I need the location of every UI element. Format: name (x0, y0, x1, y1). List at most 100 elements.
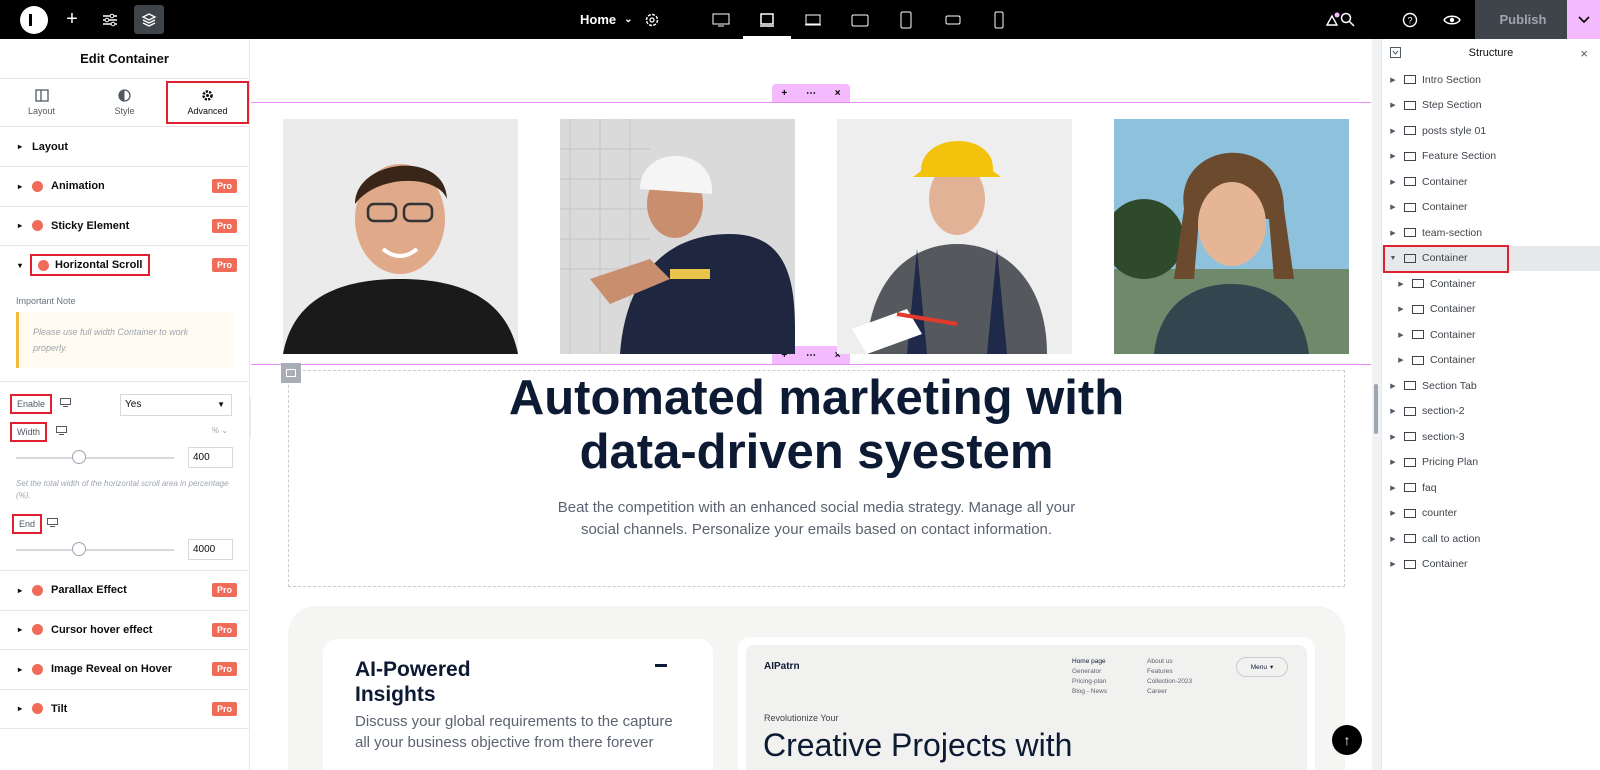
structure-item-label: Container (1430, 354, 1476, 367)
section-layout[interactable]: ▸ Layout (0, 127, 249, 167)
tab-style[interactable]: Style (83, 79, 166, 126)
structure-item[interactable]: ▶ Step Section (1382, 93, 1600, 119)
end-number-input[interactable]: 4000 (188, 539, 233, 560)
end-slider-knob[interactable] (72, 542, 87, 556)
section-image-reveal[interactable]: ▸ Image Reveal on Hover Pro (0, 650, 249, 690)
structure-layers-icon[interactable] (134, 5, 164, 34)
caret-right-icon[interactable]: ▶ (1386, 407, 1400, 415)
team-photo-4[interactable] (1114, 119, 1349, 354)
caret-right-icon[interactable]: ▶ (1386, 152, 1400, 160)
preview-eye-icon[interactable] (1440, 0, 1464, 39)
structure-item[interactable]: ▶ Intro Section (1382, 67, 1600, 93)
tab-layout[interactable]: Layout (0, 79, 83, 126)
caret-right-icon[interactable]: ▶ (1386, 509, 1400, 517)
structure-item[interactable]: ▶ Container (1382, 322, 1600, 348)
container-icon (1404, 177, 1416, 187)
responsive-desktop-icon[interactable] (47, 518, 58, 529)
width-slider-knob[interactable] (72, 450, 87, 464)
team-photo-3[interactable] (837, 119, 1072, 354)
structure-item[interactable]: ▶ Container (1382, 271, 1600, 297)
caret-right-icon[interactable]: ▶ (1394, 356, 1408, 364)
responsive-desktop-icon[interactable] (56, 426, 67, 437)
caret-right-icon[interactable]: ▶ (1386, 458, 1400, 466)
section-animation[interactable]: ▸ Animation Pro (0, 167, 249, 207)
device-widescreen-icon[interactable] (797, 0, 829, 39)
structure-item-label: team-section (1422, 226, 1483, 239)
caret-right-icon[interactable]: ▶ (1386, 127, 1400, 135)
hero-subtext[interactable]: Beat the competition with an enhanced so… (251, 497, 1371, 541)
container-handle-top[interactable]: + ⋯ × (772, 84, 850, 102)
caret-right-icon[interactable]: ▶ (1386, 178, 1400, 186)
structure-item[interactable]: ▼ Container (1382, 244, 1600, 273)
caret-right-icon[interactable]: ▶ (1386, 560, 1400, 568)
drag-handle-icon[interactable]: ⋯ (806, 88, 816, 99)
scroll-to-top-arrow-icon[interactable]: ↑ (1332, 725, 1362, 755)
structure-item-label: Container (1422, 175, 1468, 188)
device-mobile-portrait-icon[interactable] (983, 0, 1015, 39)
add-icon[interactable]: + (781, 88, 787, 99)
caret-right-icon[interactable]: ▶ (1386, 101, 1400, 109)
caret-right-icon[interactable]: ▶ (1386, 382, 1400, 390)
caret-right-icon[interactable]: ▶ (1394, 305, 1408, 313)
device-laptop-icon[interactable] (743, 0, 791, 39)
section-sticky-element[interactable]: ▸ Sticky Element Pro (0, 207, 249, 246)
drag-handle-icon[interactable]: ⋯ (806, 350, 816, 361)
device-desktop-icon[interactable] (705, 0, 737, 39)
structure-item[interactable]: ▶ posts style 01 (1382, 118, 1600, 144)
structure-item[interactable]: ▶ Container (1382, 195, 1600, 221)
section-horizontal-scroll-header[interactable]: ▾ Horizontal Scroll Pro (0, 246, 249, 284)
caret-right-icon[interactable]: ▶ (1386, 433, 1400, 441)
structure-item[interactable]: ▶ counter (1382, 501, 1600, 527)
structure-item[interactable]: ▶ section-2 (1382, 399, 1600, 425)
svg-text:?: ? (1407, 15, 1412, 25)
caret-right-icon[interactable]: ▶ (1394, 280, 1408, 288)
structure-item[interactable]: ▶ section-3 (1382, 424, 1600, 450)
structure-item[interactable]: ▶ team-section (1382, 220, 1600, 246)
width-number-input[interactable]: 400 (188, 447, 233, 468)
section-cursor-hover[interactable]: ▸ Cursor hover effect Pro (0, 611, 249, 650)
enable-select[interactable]: Yes ▼ (120, 394, 232, 416)
caret-right-icon[interactable]: ▶ (1386, 76, 1400, 84)
device-tablet-portrait-icon[interactable] (890, 0, 922, 39)
caret-right-icon[interactable]: ▶ (1394, 331, 1408, 339)
structure-item[interactable]: ▶ Section Tab (1382, 373, 1600, 399)
collapse-all-icon[interactable] (1390, 47, 1401, 61)
elementor-logo-icon[interactable] (20, 6, 48, 34)
add-element-icon[interactable]: + (60, 0, 84, 39)
close-icon[interactable]: × (835, 88, 841, 99)
unit-selector[interactable]: % ⌄ (212, 426, 228, 435)
structure-item[interactable]: ▶ Feature Section (1382, 144, 1600, 170)
page-settings-gear-icon[interactable] (640, 0, 664, 39)
caret-right-icon[interactable]: ▶ (1386, 229, 1400, 237)
collapse-minus-icon[interactable] (655, 664, 667, 667)
team-photo-1[interactable] (283, 119, 518, 354)
width-slider-track[interactable] (16, 457, 174, 459)
caret-right-icon[interactable]: ▶ (1386, 203, 1400, 211)
structure-item[interactable]: ▶ Container (1382, 348, 1600, 374)
structure-item[interactable]: ▶ Container (1382, 297, 1600, 323)
end-slider-track[interactable] (16, 549, 174, 551)
section-tilt[interactable]: ▸ Tilt Pro (0, 690, 249, 729)
structure-item[interactable]: ▶ call to action (1382, 526, 1600, 552)
help-icon[interactable]: ? (1398, 0, 1422, 39)
search-icon[interactable] (1335, 0, 1359, 39)
device-tablet-landscape-icon[interactable] (844, 0, 876, 39)
structure-item[interactable]: ▶ faq (1382, 475, 1600, 501)
site-settings-icon[interactable] (98, 0, 122, 39)
publish-button[interactable]: Publish (1475, 0, 1571, 39)
section-parallax[interactable]: ▸ Parallax Effect Pro (0, 571, 249, 611)
tab-advanced[interactable]: Advanced (166, 81, 249, 124)
structure-item[interactable]: ▶ Pricing Plan (1382, 450, 1600, 476)
caret-right-icon[interactable]: ▶ (1386, 484, 1400, 492)
publish-options-chevron-icon[interactable] (1567, 0, 1600, 39)
canvas-scrollbar-thumb[interactable] (1374, 384, 1378, 434)
team-photo-2[interactable] (560, 119, 795, 354)
caret-right-icon[interactable]: ▶ (1386, 535, 1400, 543)
page-selector-dropdown[interactable]: Home ⌄ (580, 0, 633, 39)
hero-heading[interactable]: Automated marketing with data-driven sye… (251, 371, 1371, 479)
responsive-desktop-icon[interactable] (60, 398, 71, 409)
structure-item[interactable]: ▶ Container (1382, 169, 1600, 195)
device-mobile-landscape-icon[interactable] (937, 0, 969, 39)
close-icon[interactable]: × (1580, 46, 1588, 61)
structure-item[interactable]: ▶ Container (1382, 552, 1600, 578)
